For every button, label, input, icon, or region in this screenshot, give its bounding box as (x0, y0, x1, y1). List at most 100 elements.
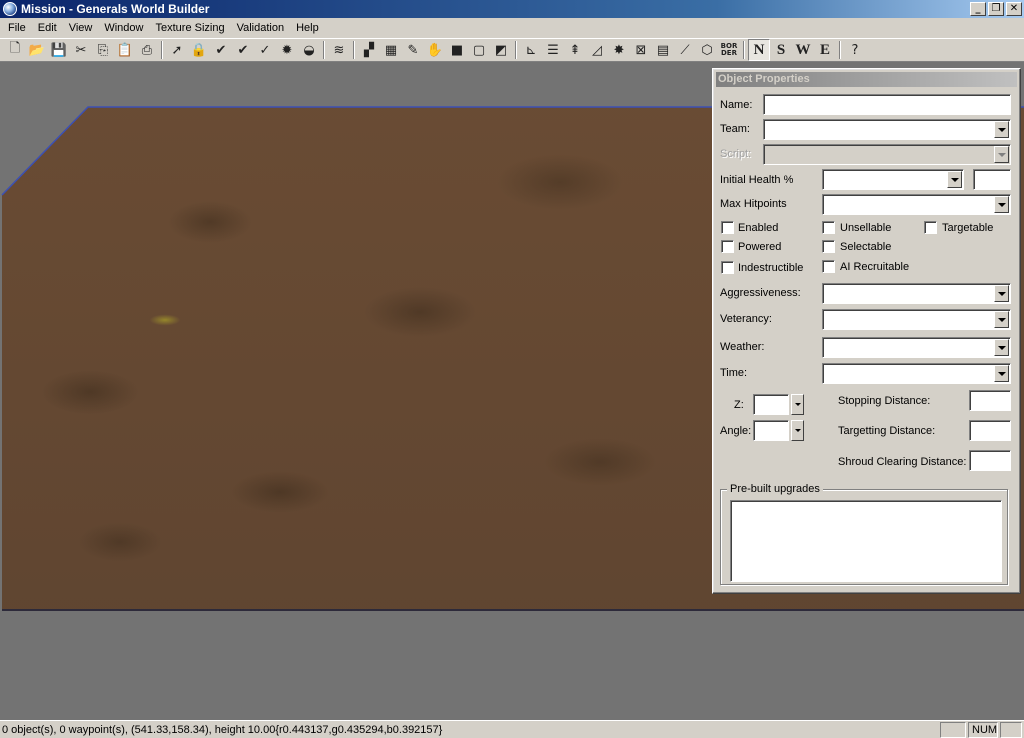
script-label: Script: (720, 148, 752, 160)
initial-health-input[interactable] (973, 169, 1011, 190)
time-label: Time: (720, 367, 748, 379)
powered-label: Powered (738, 241, 782, 253)
targetable-checkbox[interactable] (924, 221, 937, 234)
chevron-down-icon[interactable] (994, 196, 1009, 213)
indestructible-checkbox[interactable] (721, 261, 734, 274)
stopping-distance-input[interactable] (969, 390, 1011, 411)
toolbar-separator (353, 41, 355, 59)
toolbar: 🗋 📂 💾 ✂ ⎘ 📋 ⎙ ➚ 🔒 ✔ ✔ ✓ ✹ ◒ ≋ ▞ ▦ ✎ ✋ ■ … (0, 38, 1024, 62)
minimize-button[interactable]: _ (970, 2, 986, 16)
hand-grab-icon[interactable]: ✋ (424, 39, 446, 61)
z-input[interactable] (753, 394, 789, 415)
light-burst-icon[interactable]: ✹ (276, 39, 298, 61)
gray-square-icon[interactable]: ▢ (468, 39, 490, 61)
status-text: 0 object(s), 0 waypoint(s), (541.33,158.… (2, 723, 443, 736)
chevron-down-icon[interactable] (994, 339, 1009, 356)
aggressiveness-label: Aggressiveness: (720, 287, 801, 299)
gradient-ramp-icon[interactable]: ◩ (490, 39, 512, 61)
save-icon[interactable]: 💾 (48, 39, 70, 61)
chevron-down-icon[interactable] (994, 365, 1009, 382)
tree-icon[interactable]: ⇞ (564, 39, 586, 61)
eyedropper-icon[interactable]: ✎ (402, 39, 424, 61)
menu-help[interactable]: Help (290, 20, 325, 36)
paint-check-tool-icon[interactable]: ✓ (254, 39, 276, 61)
menu-texture-sizing[interactable]: Texture Sizing (149, 20, 230, 36)
grid-select-icon[interactable]: ⊠ (630, 39, 652, 61)
prebuilt-upgrades-list[interactable] (730, 500, 1002, 582)
prebuilt-upgrades-label: Pre-built upgrades (727, 483, 823, 495)
menu-window[interactable]: Window (98, 20, 149, 36)
pointer-select-icon[interactable]: ➚ (166, 39, 188, 61)
prebuilt-upgrades-group: Pre-built upgrades (720, 483, 1008, 585)
black-square-icon[interactable]: ■ (446, 39, 468, 61)
double-check-tool-icon[interactable]: ✔ (232, 39, 254, 61)
aggressiveness-select[interactable] (822, 283, 1011, 304)
weather-select[interactable] (822, 337, 1011, 358)
z-spinner[interactable] (791, 394, 804, 415)
print-icon[interactable]: ⎙ (136, 39, 158, 61)
team-flag-icon[interactable]: ▤ (652, 39, 674, 61)
panel-title[interactable]: Object Properties (716, 72, 1017, 87)
copy-icon[interactable]: ⎘ (92, 39, 114, 61)
polygon-area-icon[interactable]: ⬡ (696, 39, 718, 61)
targetting-distance-input[interactable] (969, 420, 1011, 441)
object-properties-panel: Object Properties Name: Team: Script: In… (712, 68, 1021, 594)
selectable-checkbox[interactable] (822, 240, 835, 253)
chevron-down-icon[interactable] (947, 171, 962, 188)
menu-file[interactable]: File (2, 20, 32, 36)
dome-tool-icon[interactable]: ◒ (298, 39, 320, 61)
direction-east-button[interactable]: E (814, 39, 836, 61)
ai-recruitable-checkbox[interactable] (822, 260, 835, 273)
veterancy-label: Veterancy: (720, 313, 772, 325)
time-select[interactable] (822, 363, 1011, 384)
cut-icon[interactable]: ✂ (70, 39, 92, 61)
menu-view[interactable]: View (63, 20, 99, 36)
initial-health-select[interactable] (822, 169, 964, 190)
chevron-down-icon[interactable] (994, 285, 1009, 302)
checker-texture-icon[interactable]: ▦ (380, 39, 402, 61)
toolbar-separator (161, 41, 163, 59)
chevron-down-icon[interactable] (994, 121, 1009, 138)
unsellable-label: Unsellable (840, 222, 892, 234)
check-tool-icon[interactable]: ✔ (210, 39, 232, 61)
road-tool-icon[interactable]: ☰ (542, 39, 564, 61)
window-controls: _ ❐ ✕ (970, 2, 1022, 16)
max-hitpoints-select[interactable] (822, 194, 1011, 215)
axis-ramp-icon[interactable]: ⊾ (520, 39, 542, 61)
powered-checkbox[interactable] (721, 240, 734, 253)
direction-north-button[interactable]: N (748, 39, 770, 61)
splat-icon[interactable]: ✸ (608, 39, 630, 61)
veterancy-select[interactable] (822, 309, 1011, 330)
chevron-down-icon[interactable] (994, 311, 1009, 328)
close-button[interactable]: ✕ (1006, 2, 1022, 16)
open-folder-icon[interactable]: 📂 (26, 39, 48, 61)
restore-button[interactable]: ❐ (988, 2, 1004, 16)
triangle-area-icon[interactable]: ◿ (586, 39, 608, 61)
border-tool-icon[interactable]: BOR DER (718, 39, 740, 61)
initial-health-label: Initial Health % (720, 174, 794, 186)
shroud-clearing-input[interactable] (969, 450, 1011, 471)
new-file-icon[interactable]: 🗋 (4, 39, 26, 61)
tile-fill-icon[interactable]: ▞ (358, 39, 380, 61)
waypoint-path-icon[interactable]: ⟋ (674, 39, 696, 61)
lock-select-icon[interactable]: 🔒 (188, 39, 210, 61)
water-wave-icon[interactable]: ≋ (328, 39, 350, 61)
status-pane-grip (1000, 721, 1022, 738)
paste-icon[interactable]: 📋 (114, 39, 136, 61)
menu-edit[interactable]: Edit (32, 20, 63, 36)
enabled-checkbox[interactable] (721, 221, 734, 234)
direction-south-button[interactable]: S (770, 39, 792, 61)
team-select[interactable] (763, 119, 1011, 140)
direction-west-button[interactable]: W (792, 39, 814, 61)
angle-spinner[interactable] (791, 420, 804, 441)
unsellable-checkbox[interactable] (822, 221, 835, 234)
name-input[interactable] (763, 94, 1011, 115)
globe-app-icon (3, 2, 17, 16)
title-bar[interactable]: Mission - Generals World Builder _ ❐ ✕ (0, 0, 1024, 18)
indestructible-label: Indestructible (738, 262, 804, 274)
stopping-distance-label: Stopping Distance: (838, 395, 931, 407)
enabled-label: Enabled (738, 222, 779, 234)
angle-input[interactable] (753, 420, 789, 441)
menu-validation[interactable]: Validation (231, 20, 291, 36)
help-question-icon[interactable]: ? (844, 39, 866, 61)
